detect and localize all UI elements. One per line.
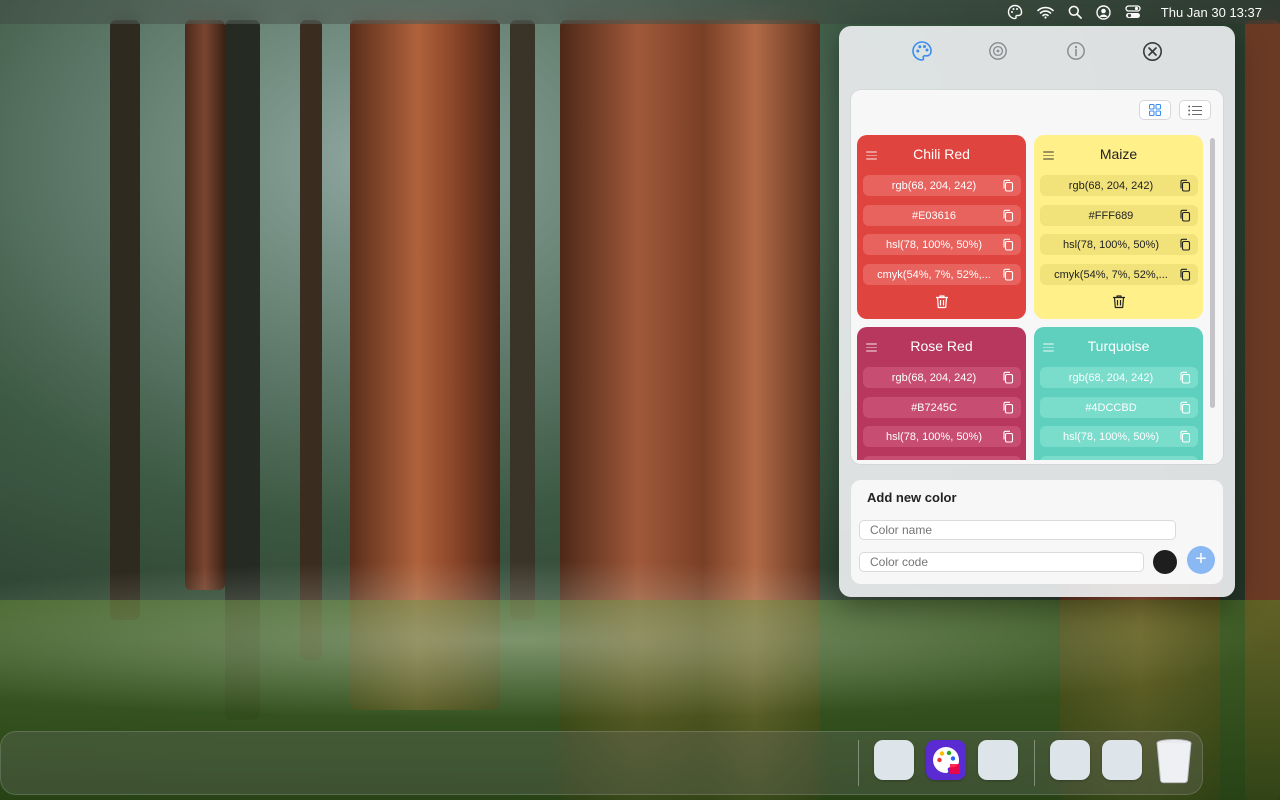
- close-icon[interactable]: [1139, 38, 1165, 64]
- hex-value[interactable]: #FFF689: [1040, 205, 1198, 226]
- dock-separator: [1034, 740, 1035, 786]
- color-cards-grid[interactable]: Chili Red rgb(68, 204, 242) #E03616 hsl(…: [857, 135, 1205, 460]
- color-name: Chili Red: [913, 146, 970, 162]
- copy-icon[interactable]: [1179, 268, 1191, 281]
- color-name: Rose Red: [910, 338, 973, 354]
- color-code-input[interactable]: [859, 552, 1144, 572]
- rgb-value[interactable]: rgb(68, 204, 242): [1040, 367, 1198, 388]
- color-card[interactable]: Maize rgb(68, 204, 242) #FFF689 hsl(78, …: [1034, 135, 1203, 319]
- dock-app-placeholder[interactable]: [1050, 740, 1090, 780]
- dock-color-palette-app-icon[interactable]: [926, 740, 966, 780]
- color-swatch-picker[interactable]: [1153, 550, 1177, 574]
- hex-value[interactable]: #4DCCBD: [1040, 397, 1198, 418]
- dock: [0, 731, 1203, 795]
- list-view-button[interactable]: [1179, 100, 1211, 120]
- wifi-icon[interactable]: [1036, 0, 1054, 24]
- add-color-form: Add new color +: [851, 480, 1223, 584]
- list-view-icon: [1188, 105, 1202, 115]
- palette-tab-icon[interactable]: [909, 38, 935, 64]
- cmyk-value[interactable]: cmyk(54%, 7%, 52%,...: [1040, 264, 1198, 285]
- rgb-value[interactable]: rgb(68, 204, 242): [1040, 175, 1198, 196]
- palette-icon[interactable]: [1007, 0, 1023, 24]
- copy-icon[interactable]: [1179, 401, 1191, 414]
- color-card[interactable]: Rose Red rgb(68, 204, 242) #B7245C hsl(7…: [857, 327, 1026, 460]
- vertical-scrollbar[interactable]: [1210, 138, 1215, 408]
- color-palette-popover: Chili Red rgb(68, 204, 242) #E03616 hsl(…: [839, 26, 1235, 597]
- cmyk-value[interactable]: [863, 456, 1021, 460]
- popover-toolbar: [839, 36, 1235, 66]
- copy-icon[interactable]: [1002, 401, 1014, 414]
- hsl-value[interactable]: hsl(78, 100%, 50%): [1040, 426, 1198, 447]
- grid-view-icon: [1149, 104, 1161, 116]
- rgb-value[interactable]: rgb(68, 204, 242): [863, 367, 1021, 388]
- copy-icon[interactable]: [1002, 371, 1014, 384]
- cmyk-value[interactable]: cmyk(54%, 7%, 52%,...: [863, 264, 1021, 285]
- hsl-value[interactable]: hsl(78, 100%, 50%): [863, 426, 1021, 447]
- control-center-icon[interactable]: [1125, 0, 1141, 24]
- search-icon[interactable]: [1068, 0, 1082, 24]
- color-name-input[interactable]: [859, 520, 1176, 540]
- hsl-value[interactable]: hsl(78, 100%, 50%): [1040, 234, 1198, 255]
- dock-app-placeholder[interactable]: [874, 740, 914, 780]
- copy-icon[interactable]: [1002, 268, 1014, 281]
- trash-icon[interactable]: [935, 294, 949, 309]
- copy-icon[interactable]: [1179, 209, 1191, 222]
- color-name: Turquoise: [1087, 338, 1150, 354]
- rgb-value[interactable]: rgb(68, 204, 242): [863, 175, 1021, 196]
- dock-trash-icon[interactable]: [1155, 738, 1193, 784]
- settings-icon[interactable]: [985, 38, 1011, 64]
- dock-app-placeholder[interactable]: [978, 740, 1018, 780]
- grid-view-button[interactable]: [1139, 100, 1171, 120]
- menu-bar: Thu Jan 30 13:37: [0, 0, 1280, 24]
- color-card[interactable]: Turquoise rgb(68, 204, 242) #4DCCBD hsl(…: [1034, 327, 1203, 460]
- hex-value[interactable]: #E03616: [863, 205, 1021, 226]
- hex-value[interactable]: #B7245C: [863, 397, 1021, 418]
- add-color-button[interactable]: +: [1187, 546, 1215, 574]
- copy-icon[interactable]: [1179, 238, 1191, 251]
- color-name: Maize: [1099, 146, 1138, 162]
- color-card[interactable]: Chili Red rgb(68, 204, 242) #E03616 hsl(…: [857, 135, 1026, 319]
- menubar-clock[interactable]: Thu Jan 30 13:37: [1161, 0, 1262, 24]
- copy-icon[interactable]: [1179, 371, 1191, 384]
- copy-icon[interactable]: [1179, 430, 1191, 443]
- dock-app-placeholder[interactable]: [1102, 740, 1142, 780]
- copy-icon[interactable]: [1002, 430, 1014, 443]
- colors-panel: Chili Red rgb(68, 204, 242) #E03616 hsl(…: [851, 90, 1223, 464]
- copy-icon[interactable]: [1002, 179, 1014, 192]
- dock-separator: [858, 740, 859, 786]
- copy-icon[interactable]: [1179, 179, 1191, 192]
- info-icon[interactable]: [1063, 38, 1089, 64]
- copy-icon[interactable]: [1002, 238, 1014, 251]
- user-icon[interactable]: [1096, 0, 1111, 24]
- copy-icon[interactable]: [1002, 209, 1014, 222]
- add-color-title: Add new color: [867, 490, 957, 505]
- hsl-value[interactable]: hsl(78, 100%, 50%): [863, 234, 1021, 255]
- trash-icon[interactable]: [1112, 294, 1126, 309]
- cmyk-value[interactable]: [1040, 456, 1198, 460]
